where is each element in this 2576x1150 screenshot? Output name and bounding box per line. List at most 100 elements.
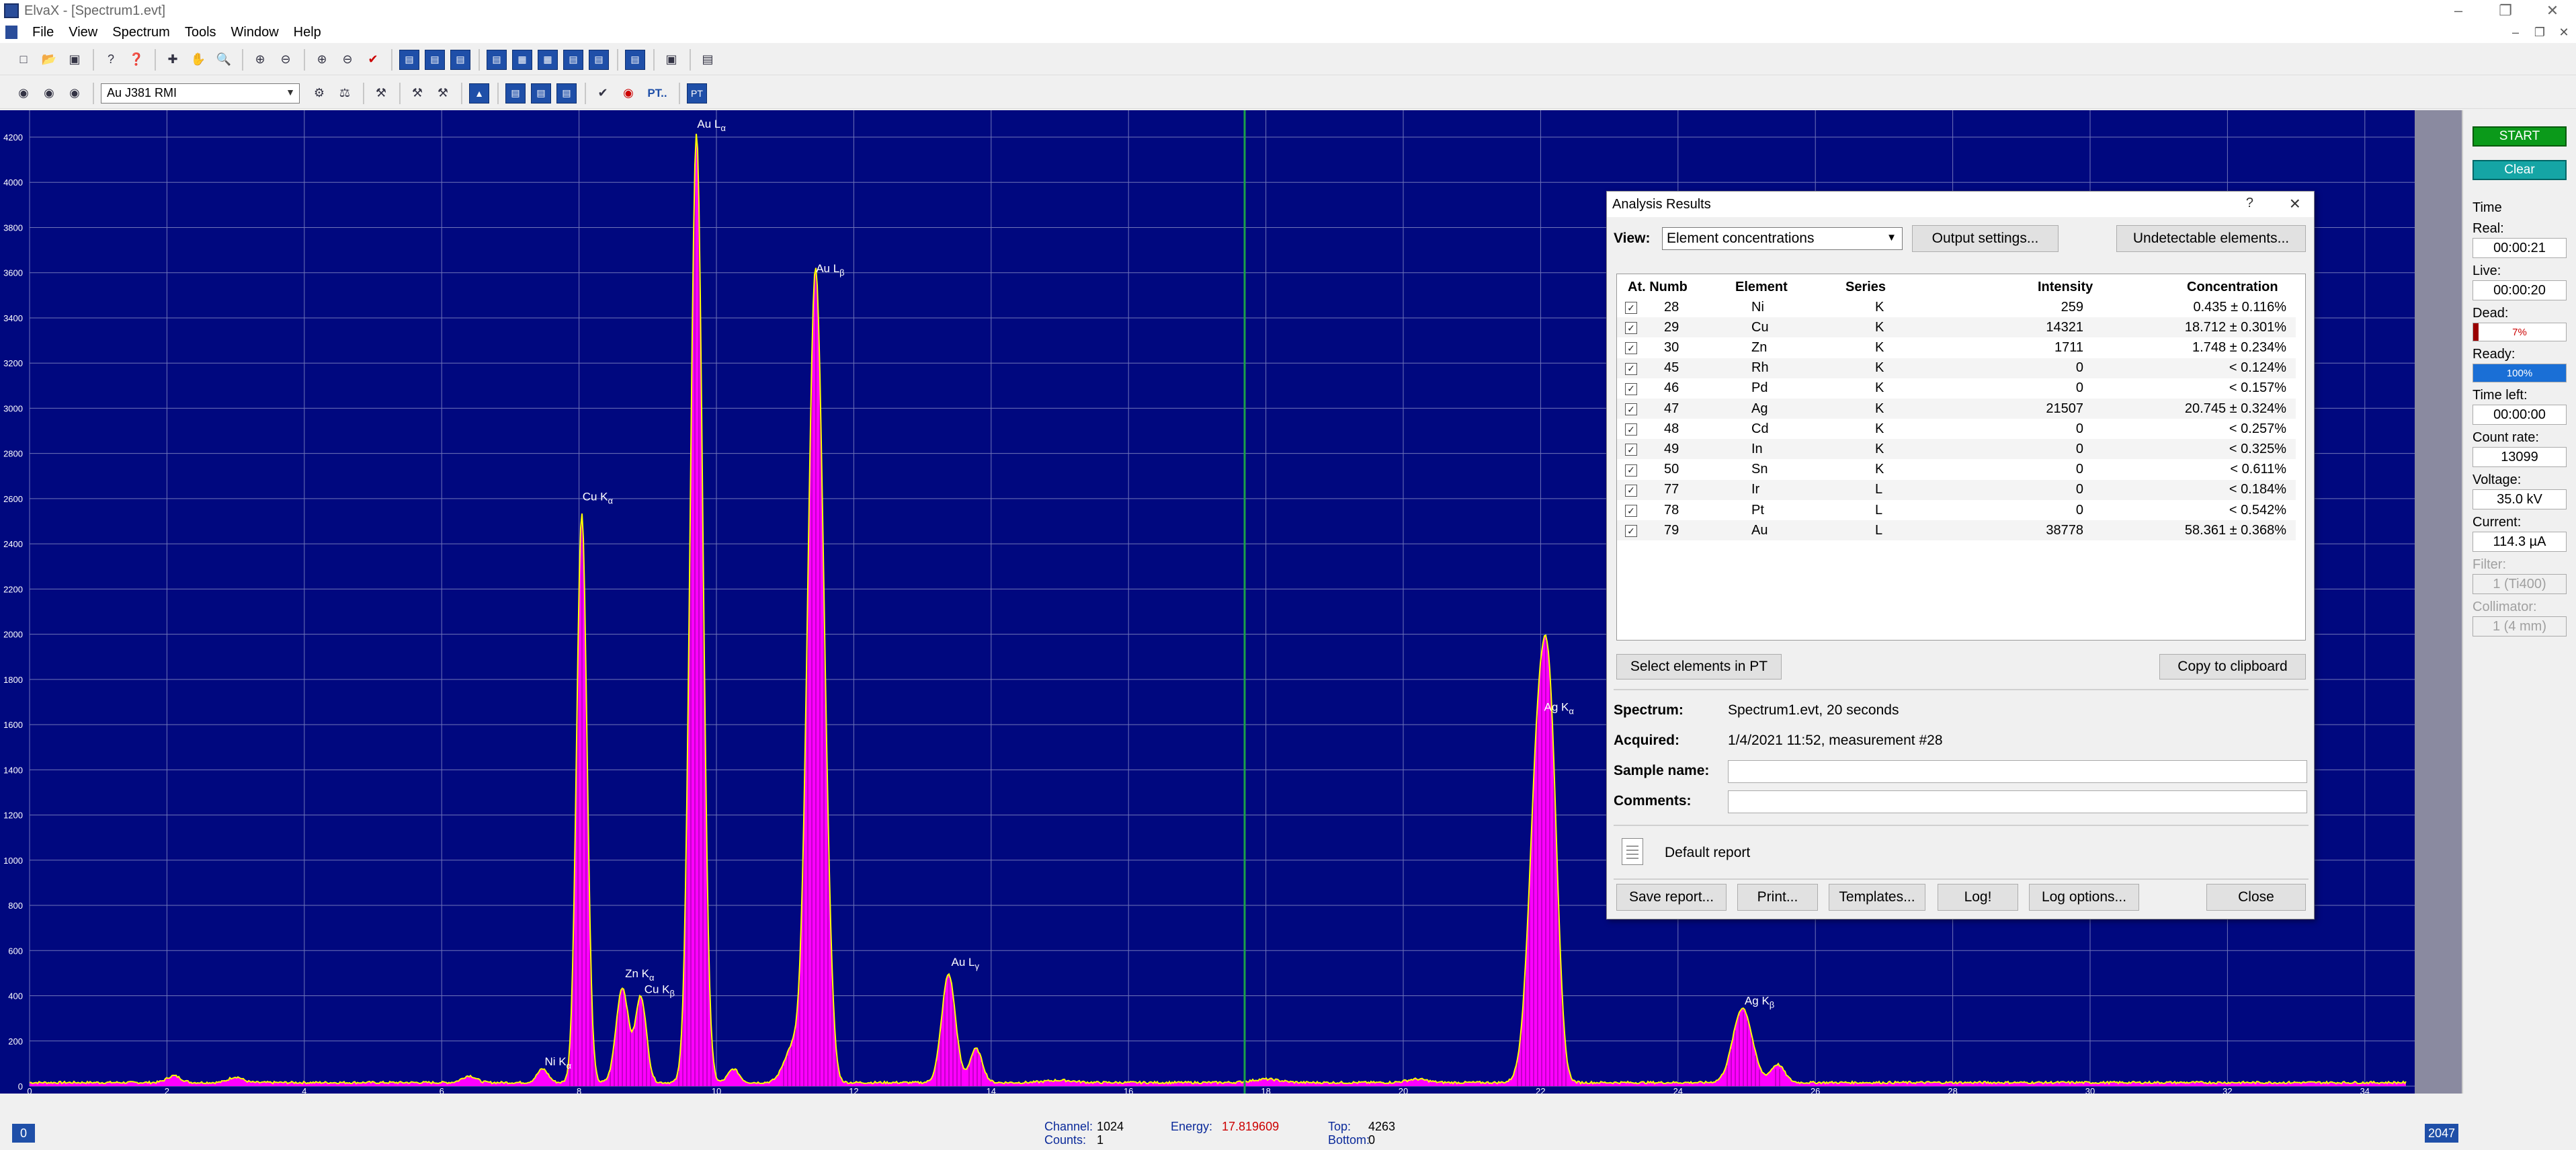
sample-name-input[interactable] — [1728, 760, 2307, 783]
binoculars-plus-icon[interactable]: ◉ — [39, 83, 59, 104]
log-options-button[interactable]: Log options... — [2029, 884, 2139, 911]
menu-help[interactable]: Help — [294, 25, 321, 40]
dialog-help-button[interactable]: ? — [2246, 196, 2253, 211]
flask-icon[interactable]: ⚖ — [335, 83, 355, 104]
row-checkbox[interactable]: ✓ — [1625, 484, 1637, 497]
child-close-button[interactable]: ✕ — [2552, 22, 2576, 43]
spectrum-scrollbar[interactable] — [2415, 110, 2462, 1094]
results-chart-icon[interactable]: ▤ — [556, 83, 577, 104]
table-row[interactable]: ✓ 29 Cu K 14321 18.712 ± 0.301% — [1617, 317, 2296, 338]
table-row[interactable]: ✓ 77 Ir L 0 < 0.184% — [1617, 479, 2296, 500]
maximize-button[interactable]: ❐ — [2482, 0, 2529, 22]
col-concentration[interactable]: Concentration — [2187, 277, 2278, 297]
table-row[interactable]: ✓ 50 Sn K 0 < 0.611% — [1617, 460, 2296, 480]
binoculars-minus-icon[interactable]: ◉ — [65, 83, 85, 104]
fit-scale-icon[interactable]: ▤ — [450, 49, 470, 70]
element-marker-icon[interactable]: ◉ — [618, 83, 638, 104]
row-checkbox[interactable]: ✓ — [1625, 403, 1637, 415]
table-row[interactable]: ✓ 47 Ag K 21507 20.745 ± 0.324% — [1617, 399, 2296, 419]
tools-icon[interactable]: ⚒ — [433, 83, 453, 104]
periodic-table-label[interactable]: PT.. — [644, 83, 671, 104]
document-icon[interactable] — [5, 26, 17, 39]
results-table-icon[interactable]: ▤ — [531, 83, 551, 104]
grid-icon[interactable]: ▦ — [512, 49, 532, 70]
output-settings-button[interactable]: Output settings... — [1912, 225, 2059, 252]
minimize-button[interactable]: – — [2435, 0, 2482, 22]
row-checkbox[interactable]: ✓ — [1625, 525, 1637, 538]
start-button[interactable]: START — [2473, 126, 2567, 147]
measure-icon[interactable]: ✔ — [593, 83, 613, 104]
table-row[interactable]: ✓ 79 Au L 38778 58.361 ± 0.368% — [1617, 520, 2296, 541]
save-report-button[interactable]: Save report... — [1616, 884, 1727, 911]
menu-file[interactable]: File — [32, 25, 54, 40]
open-folder-icon[interactable]: 📂 — [39, 50, 59, 70]
compare-icon[interactable]: ▤ — [563, 49, 583, 70]
comments-input[interactable] — [1728, 790, 2307, 813]
close-window-button[interactable]: ✕ — [2529, 0, 2576, 22]
overlay-icon[interactable]: ▤ — [589, 49, 609, 70]
table-row[interactable]: ✓ 78 Pt L 0 < 0.542% — [1617, 500, 2296, 520]
dialog-close-icon[interactable]: × — [2290, 193, 2300, 214]
crosshair-icon[interactable]: ✚ — [163, 50, 183, 70]
row-checkbox[interactable]: ✓ — [1625, 382, 1637, 395]
row-checkbox[interactable]: ✓ — [1625, 423, 1637, 436]
method-dropdown[interactable]: Au J381 RMI ▼ — [101, 83, 300, 104]
print-button[interactable]: Print... — [1737, 884, 1818, 911]
row-checkbox[interactable]: ✓ — [1625, 444, 1637, 456]
undetectable-elements-button[interactable]: Undetectable elements... — [2116, 225, 2306, 252]
zoom-reset-icon[interactable]: ⊖ — [337, 50, 358, 70]
row-checkbox[interactable]: ✓ — [1625, 342, 1637, 355]
col-intensity[interactable]: Intensity — [2038, 277, 2093, 297]
col-element[interactable]: Element — [1735, 277, 1788, 297]
close-button[interactable]: Close — [2206, 884, 2306, 911]
binoculars-icon[interactable]: ◉ — [13, 83, 34, 104]
hand-pan-icon[interactable]: ✋ — [188, 50, 208, 70]
child-restore-button[interactable]: ❐ — [2528, 22, 2552, 43]
view-dropdown[interactable]: Element concentrations ▼ — [1662, 227, 1903, 250]
check-icon[interactable]: ✔ — [363, 50, 383, 70]
camera-icon[interactable]: ▣ — [661, 50, 681, 70]
peak-labels-icon[interactable]: ▤ — [487, 49, 507, 70]
log-scale-icon[interactable]: ▤ — [399, 49, 419, 70]
templates-button[interactable]: Templates... — [1829, 884, 1925, 911]
first-channel-button[interactable]: 0 — [12, 1124, 35, 1143]
col-series[interactable]: Series — [1845, 277, 1886, 297]
zoom-area-icon[interactable]: ⊕ — [312, 50, 332, 70]
periodic-table-button[interactable]: PT — [687, 83, 707, 104]
results-icon[interactable]: ▤ — [505, 83, 526, 104]
zoom-out-icon[interactable]: ⊖ — [276, 50, 296, 70]
table-row[interactable]: ✓ 45 Rh K 0 < 0.124% — [1617, 358, 2296, 378]
row-checkbox[interactable]: ✓ — [1625, 362, 1637, 375]
last-channel-button[interactable]: 2047 — [2425, 1124, 2458, 1143]
linear-scale-icon[interactable]: ▤ — [425, 49, 445, 70]
log-button[interactable]: Log! — [1938, 884, 2018, 911]
table-row[interactable]: ✓ 49 In K 0 < 0.325% — [1617, 439, 2296, 460]
table-row[interactable]: ✓ 30 Zn K 1711 1.748 ± 0.234% — [1617, 337, 2296, 358]
row-checkbox[interactable]: ✓ — [1625, 464, 1637, 477]
method-settings-icon[interactable]: ⚙ — [309, 83, 329, 104]
select-elements-pt-button[interactable]: Select elements in PT — [1616, 654, 1782, 680]
menu-spectrum[interactable]: Spectrum — [112, 25, 170, 40]
analysis-icon[interactable]: ▲ — [469, 83, 489, 104]
row-checkbox[interactable]: ✓ — [1625, 322, 1637, 335]
menu-tools[interactable]: Tools — [185, 25, 216, 40]
new-file-icon[interactable]: □ — [13, 50, 34, 70]
report-icon[interactable] — [1622, 838, 1643, 865]
magnifier-icon[interactable]: 🔍 — [214, 50, 234, 70]
save-icon[interactable]: ▣ — [65, 50, 85, 70]
spectrum-view-icon[interactable]: ▤ — [625, 49, 645, 70]
calibration-icon[interactable]: ⚒ — [371, 83, 391, 104]
help-icon[interactable]: ? — [101, 50, 121, 70]
table-row[interactable]: ✓ 28 Ni K 259 0.435 ± 0.116% — [1617, 297, 2296, 317]
col-at-numb[interactable]: At. Numb — [1628, 277, 1688, 297]
menu-window[interactable]: Window — [231, 25, 279, 40]
child-minimize-button[interactable]: – — [2503, 22, 2528, 43]
context-help-icon[interactable]: ❓ — [126, 50, 147, 70]
copy-to-clipboard-button[interactable]: Copy to clipboard — [2159, 654, 2306, 680]
zoom-in-icon[interactable]: ⊕ — [250, 50, 270, 70]
table-row[interactable]: ✓ 48 Cd K 0 < 0.257% — [1617, 419, 2296, 439]
table-row[interactable]: ✓ 46 Pd K 0 < 0.157% — [1617, 378, 2296, 399]
grid-fine-icon[interactable]: ▦ — [538, 49, 558, 70]
clear-button[interactable]: Clear — [2473, 160, 2567, 180]
row-checkbox[interactable]: ✓ — [1625, 302, 1637, 314]
